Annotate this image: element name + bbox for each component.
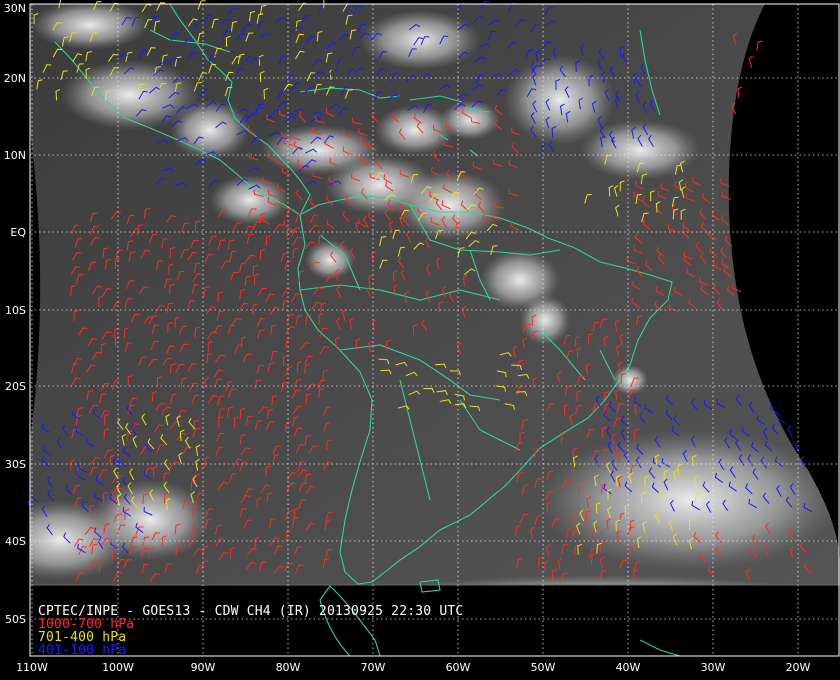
cloud-patch: [440, 100, 500, 140]
satellite-wind-map: 30N 20N 10N EQ 10S 20S 30S 40S 50S 110W 100W 90W 80W…: [0, 0, 840, 680]
longitude-label: 110W: [16, 661, 48, 674]
latitude-label: EQ: [10, 226, 26, 239]
latitude-label: 10N: [4, 149, 26, 162]
satellite-disk: [30, 4, 840, 585]
cloud-patch: [540, 430, 840, 570]
longitude-label: 80W: [276, 661, 301, 674]
longitude-label: 90W: [191, 661, 216, 674]
latitude-label: 50S: [5, 613, 26, 626]
legend-high-level: 401-100 hPa: [38, 643, 127, 658]
cloud-patch: [210, 175, 290, 225]
latitude-label: 20N: [4, 72, 26, 85]
cloud-patch: [520, 295, 570, 345]
longitude-label: 100W: [102, 661, 134, 674]
longitude-label: 50W: [531, 661, 556, 674]
cloud-patch: [90, 480, 210, 560]
longitude-label: 70W: [361, 661, 386, 674]
cloud-patch: [170, 100, 250, 160]
longitude-label: 30W: [701, 661, 726, 674]
cloud-patch: [30, 4, 150, 50]
longitude-label: 40W: [616, 661, 641, 674]
longitude-label: 60W: [446, 661, 471, 674]
latitude-label: 30N: [4, 2, 26, 15]
latitude-label: 20S: [5, 380, 26, 393]
cloud-patch: [360, 10, 480, 70]
longitude-label: 20W: [786, 661, 811, 674]
latitude-label: 10S: [5, 304, 26, 317]
latitude-label: 30S: [5, 458, 26, 471]
latitude-label: 40S: [5, 535, 26, 548]
